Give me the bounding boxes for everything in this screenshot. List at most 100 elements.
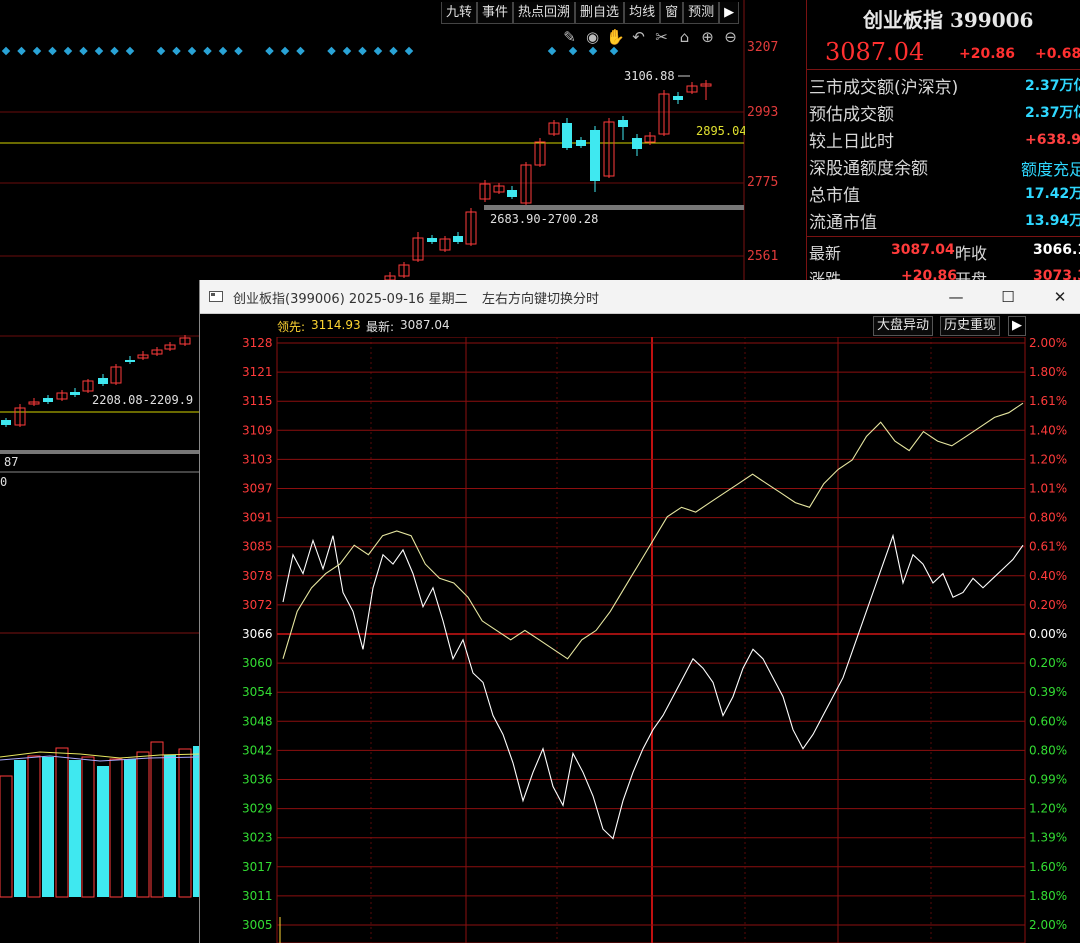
quote-panel: 创业板指 399006 3087.04 +20.86 +0.68% 三市成交额(… — [806, 0, 1080, 290]
signal-marker — [342, 46, 352, 56]
toolbar-ma-button[interactable]: 均线 — [624, 2, 661, 24]
volume-bar — [27, 755, 41, 898]
pen-icon[interactable]: ✎ — [560, 26, 579, 48]
y-tick-left: 3023 — [242, 831, 273, 845]
eye-icon[interactable]: ◉ — [583, 26, 602, 48]
scissors-icon[interactable]: ✂ — [652, 26, 671, 48]
toolbar-hotspot-button[interactable]: 热点回溯 — [513, 2, 576, 24]
intraday-chart[interactable]: 3128 2.00% 3121 1.80% 3115 1.61% 3109 1.40% 3103… — [200, 337, 1080, 943]
toolbar-nine-turn-button[interactable]: 九转 — [441, 2, 478, 24]
signal-marker — [203, 46, 212, 56]
stat-label: 较上日此时 — [809, 132, 894, 152]
signal-marker — [218, 46, 228, 56]
signal-marker — [110, 46, 119, 56]
toolbar-event-button[interactable]: 事件 — [477, 2, 514, 24]
y-tick-left: 3042 — [242, 743, 273, 757]
maximize-icon[interactable]: ☐ — [985, 280, 1031, 314]
candle-body — [673, 96, 683, 100]
title-bar[interactable]: 创业板指(399006) 2025-09-16 星期二 左右方向键切换分时 — … — [200, 280, 1080, 314]
high-price-label: 3106.88 — [624, 69, 675, 83]
volume-bar — [81, 756, 95, 898]
header-arrow-icon[interactable]: ▶ — [1008, 316, 1026, 336]
intraday-popup-window: 创业板指(399006) 2025-09-16 星期二 左右方向键切换分时 — … — [199, 280, 1080, 943]
toolbar-forecast-button[interactable]: 预测 — [683, 2, 720, 24]
candle-body — [125, 360, 135, 362]
candle-body — [632, 138, 642, 149]
y-tick-left: 3066 — [242, 627, 273, 641]
toolbar-remove-watch-button[interactable]: 删自选 — [575, 2, 625, 24]
undo-icon[interactable]: ↶ — [629, 26, 648, 48]
chart-toolbar: 九转 事件 热点回溯 删自选 均线 窗 预测 ▶ — [441, 2, 740, 24]
stat-value: +638.9亿 — [1025, 132, 1080, 148]
stat-value: 额度充足 — [1021, 160, 1080, 179]
candle-body — [590, 130, 600, 181]
volume-bar — [55, 747, 69, 898]
candle-body — [576, 140, 586, 146]
y-tick-left: 3005 — [242, 918, 273, 932]
level-price-label: 2895.04 — [696, 124, 745, 138]
y-tick-left: 3072 — [242, 598, 273, 612]
y-tick-left: 3048 — [242, 714, 273, 728]
signal-marker — [280, 46, 290, 56]
y-tick-right: 0.20% — [1029, 656, 1067, 670]
volume-bar — [97, 766, 109, 897]
volume-bar — [124, 759, 136, 897]
zoom-out-icon[interactable]: ⊖ — [721, 26, 740, 48]
app-icon — [209, 291, 223, 302]
index-title: 创业板指 399006 — [863, 8, 1034, 32]
signal-marker — [389, 46, 398, 56]
range-bar — [484, 205, 744, 210]
volume-bar — [164, 755, 176, 897]
latest-label: 最新 — [809, 244, 842, 263]
lock-icon[interactable]: ⌂ — [675, 26, 694, 48]
y-tick-left: 3054 — [242, 685, 273, 699]
y-tick-right: 0.60% — [1029, 714, 1067, 728]
y-tick-left: 3097 — [242, 482, 273, 496]
signal-marker — [79, 46, 88, 56]
y-tick-left: 3121 — [242, 365, 273, 379]
zoom-in-icon[interactable]: ⊕ — [698, 26, 717, 48]
lead-label: 领先: — [277, 320, 306, 334]
hand-icon[interactable]: ✋ — [606, 26, 625, 48]
volume-label: 87 — [4, 455, 18, 469]
candle-body — [562, 123, 572, 148]
y-tick-right: 1.39% — [1029, 831, 1067, 845]
stat-row: 预估成交额 2.37万亿 — [809, 100, 1080, 126]
toolbar-expand-arrow-icon[interactable]: ▶ — [719, 2, 740, 24]
market-anomaly-button[interactable]: 大盘异动 — [873, 316, 934, 336]
price-axis-label: 2561 — [747, 249, 779, 264]
history-replay-button[interactable]: 历史重现 — [940, 316, 1001, 336]
window-title: 创业板指(399006) 2025-09-16 星期二 — [233, 292, 468, 307]
signal-marker — [125, 46, 135, 56]
close-icon[interactable]: ✕ — [1037, 280, 1080, 314]
candle-body — [618, 120, 628, 127]
volume-bar — [14, 760, 26, 897]
y-tick-right: 0.80% — [1029, 511, 1067, 525]
y-tick-right: 1.61% — [1029, 394, 1067, 408]
lead-value: 3114.93 — [311, 318, 361, 332]
y-tick-right: 2.00% — [1029, 337, 1067, 350]
y-tick-right: 2.00% — [1029, 918, 1067, 932]
signal-marker — [373, 46, 383, 56]
volume-bar — [0, 775, 13, 898]
signal-marker — [568, 46, 578, 56]
prev-close-label: 昨收 — [955, 244, 988, 263]
range-label: 2683.90-2700.28 — [490, 212, 598, 226]
candle-body — [507, 190, 517, 197]
signal-marker — [63, 46, 73, 56]
range-label: 2208.08-2209.9 — [92, 393, 193, 407]
stat-value: 2.37万亿 — [1025, 78, 1080, 94]
y-tick-left: 3036 — [242, 773, 273, 787]
prev-close-value: 3066.1 — [1033, 242, 1080, 258]
y-tick-right: 1.01% — [1029, 482, 1067, 496]
volume-bar — [178, 748, 192, 898]
y-tick-left: 3109 — [242, 423, 273, 437]
volume-bar — [42, 757, 54, 897]
signal-marker — [358, 46, 367, 56]
minimize-icon[interactable]: — — [933, 280, 979, 314]
signal-marker — [609, 46, 619, 56]
stat-value: 17.42万亿 — [1025, 186, 1080, 202]
toolbar-window-button[interactable]: 窗 — [660, 2, 684, 24]
y-tick-left: 3029 — [242, 802, 273, 816]
y-tick-left: 3060 — [242, 656, 273, 670]
